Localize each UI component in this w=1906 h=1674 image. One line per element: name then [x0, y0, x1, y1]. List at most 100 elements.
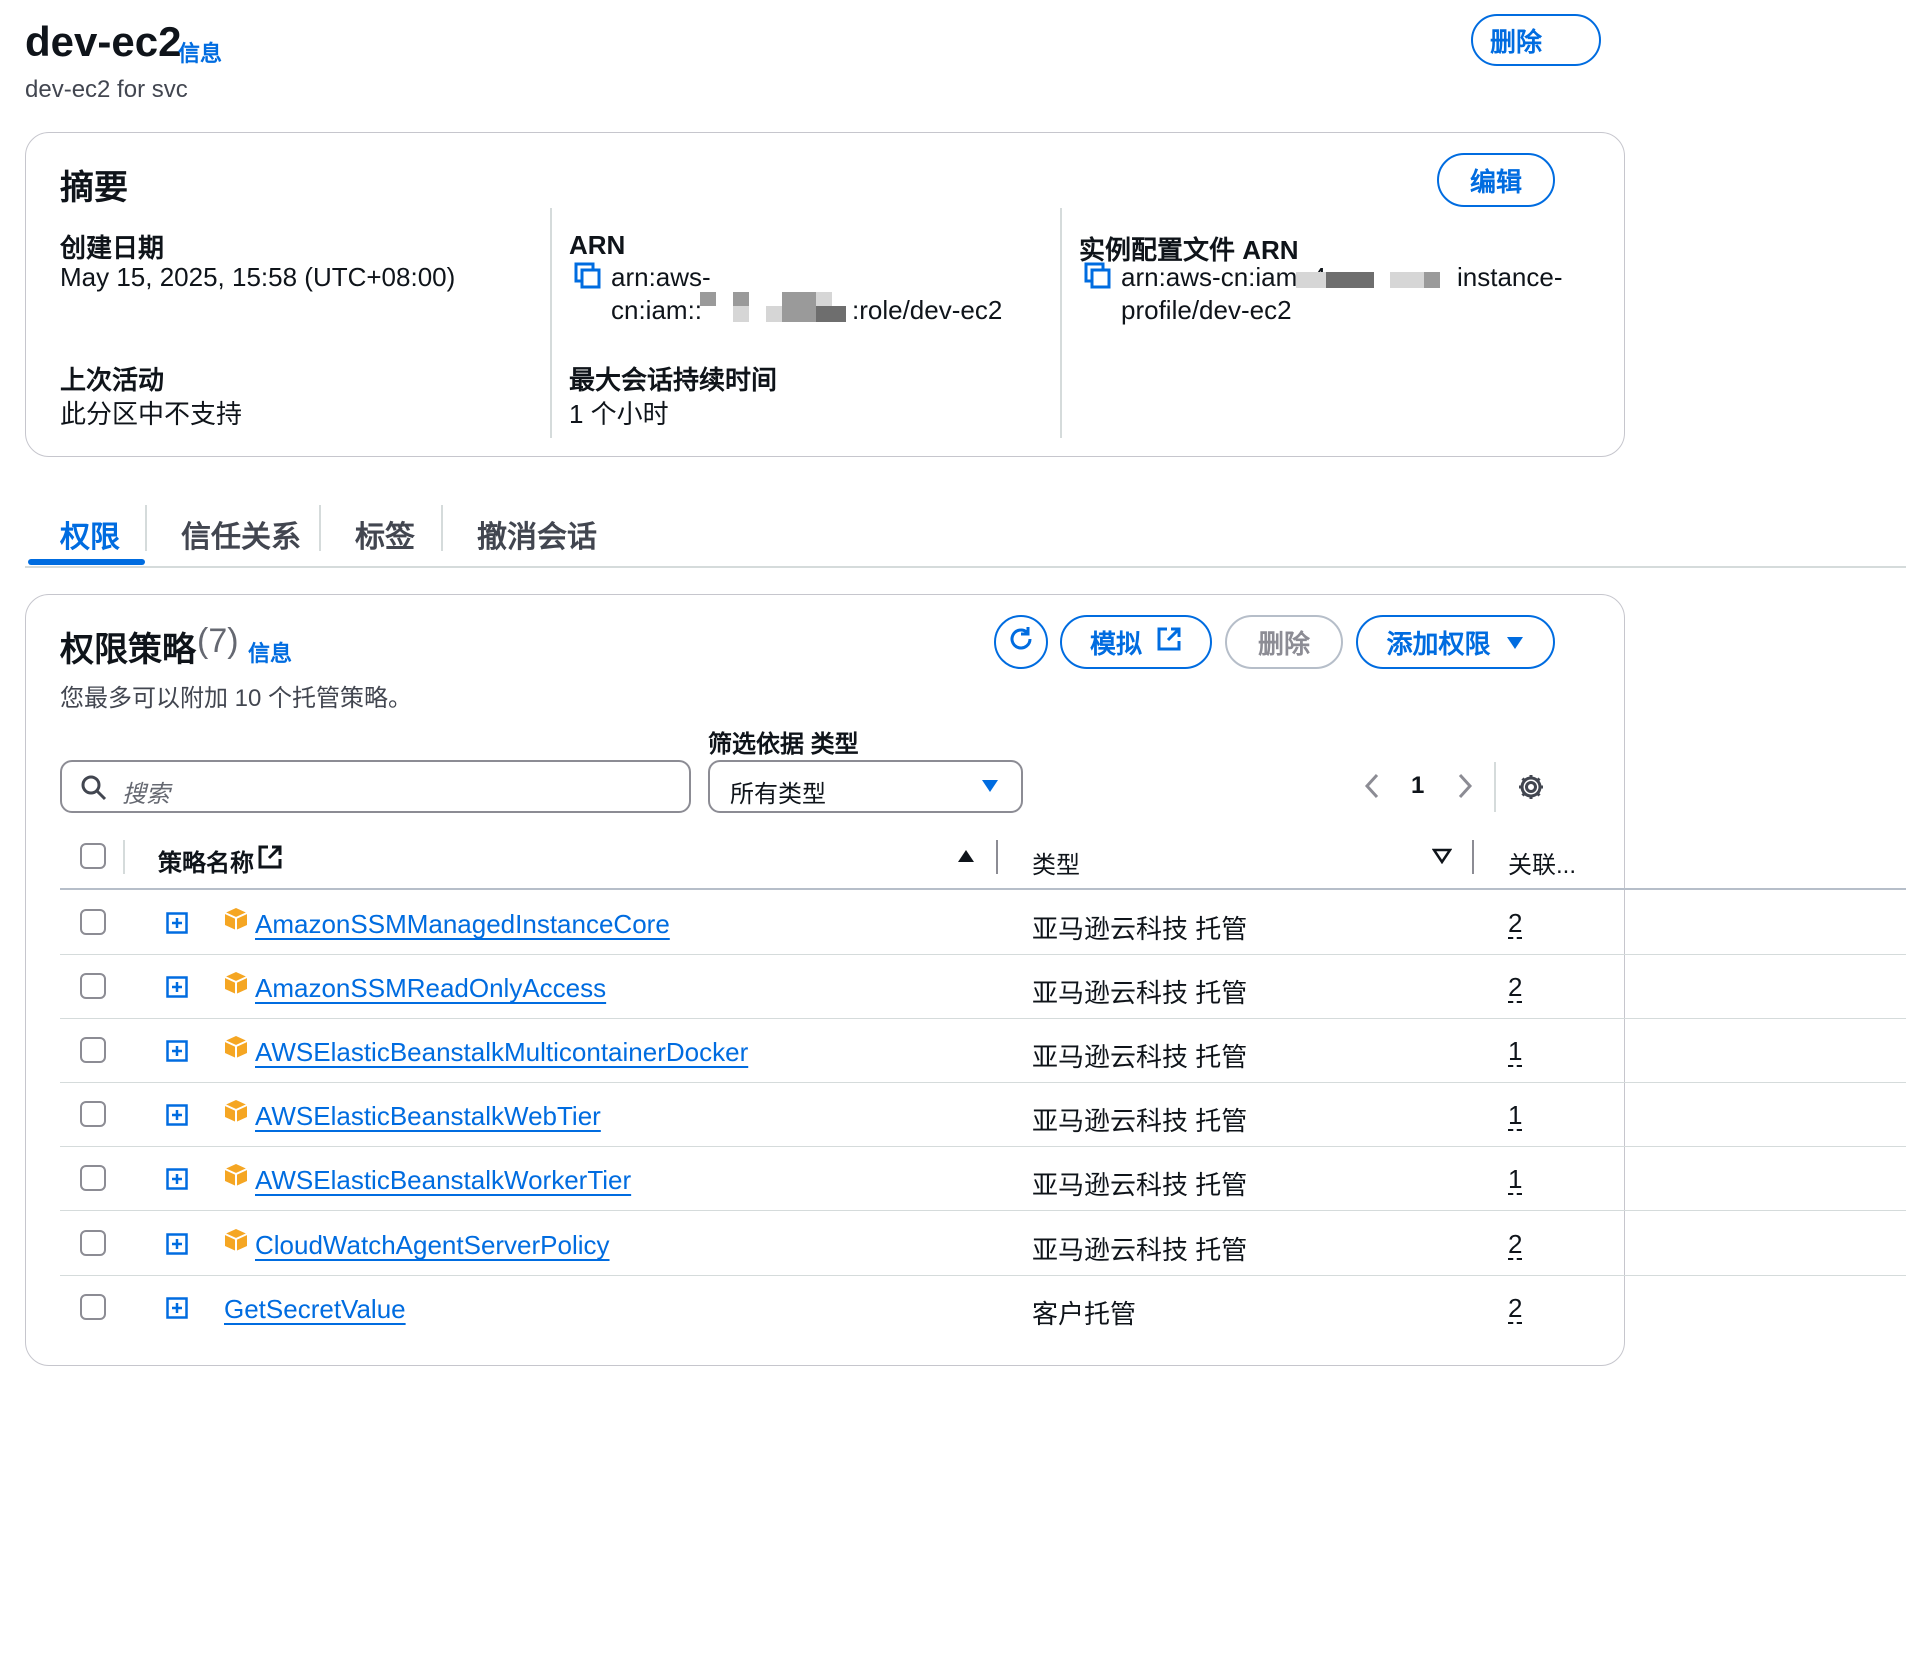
pagination-divider	[1494, 762, 1496, 812]
attached-count[interactable]: 2	[1508, 909, 1523, 939]
row-checkbox[interactable]	[80, 1101, 106, 1127]
simulate-button[interactable]: 模拟	[1060, 615, 1212, 669]
policy-type: 亚马逊云科技 托管	[1032, 1042, 1248, 1072]
page-number[interactable]: 1	[1411, 772, 1424, 800]
expand-icon[interactable]	[166, 1168, 188, 1190]
gear-icon[interactable]	[1516, 772, 1546, 807]
summary-title: 摘要	[60, 169, 128, 207]
row-checkbox[interactable]	[80, 1165, 106, 1191]
sort-descending-icon[interactable]	[1431, 848, 1453, 869]
row-divider	[60, 1275, 1906, 1276]
policy-link[interactable]: GetSecretValue	[224, 1294, 406, 1325]
table-header-line	[60, 888, 1906, 890]
sort-ascending-icon[interactable]	[956, 848, 976, 869]
redacted-account-id	[782, 292, 816, 322]
external-link-icon	[1156, 626, 1182, 659]
column-header-policy-name[interactable]: 策略名称	[158, 843, 254, 878]
row-checkbox[interactable]	[80, 973, 106, 999]
row-checkbox[interactable]	[80, 1037, 106, 1063]
redacted-account-id	[816, 292, 832, 306]
attached-count[interactable]: 1	[1508, 1101, 1523, 1131]
expand-icon[interactable]	[166, 912, 188, 934]
expand-icon[interactable]	[166, 976, 188, 998]
select-all-checkbox[interactable]	[80, 843, 106, 869]
row-divider	[60, 1146, 1906, 1147]
column-header-attached[interactable]: 关联...	[1508, 845, 1576, 880]
expand-icon[interactable]	[166, 1297, 188, 1319]
row-divider	[60, 1082, 1906, 1083]
row-checkbox[interactable]	[80, 1230, 106, 1256]
delete-role-label: 删除	[1489, 26, 1542, 57]
edit-button[interactable]: 编辑	[1437, 153, 1555, 207]
attached-count[interactable]: 2	[1508, 973, 1523, 1003]
tab-separator	[319, 505, 321, 551]
attached-count[interactable]: 1	[1508, 1165, 1523, 1195]
policy-type: 亚马逊云科技 托管	[1032, 1170, 1248, 1200]
attached-count[interactable]: 2	[1508, 1294, 1523, 1324]
filter-label: 筛选依据 类型	[708, 731, 859, 758]
redacted-account-id	[733, 292, 749, 306]
add-permissions-label: 添加权限	[1386, 628, 1491, 659]
tab-tags[interactable]: 标签	[355, 512, 415, 556]
arn-line2-prefix: cn:iam::	[611, 295, 703, 325]
copy-icon[interactable]	[574, 262, 602, 290]
redacted-account-id	[700, 292, 716, 306]
instance-profile-line2: profile/dev-ec2	[1121, 295, 1292, 325]
summary-divider-2	[1060, 208, 1062, 438]
policy-link[interactable]: AWSElasticBeanstalkMulticontainerDocker	[255, 1037, 748, 1068]
attached-count[interactable]: 1	[1508, 1037, 1523, 1067]
add-permissions-button[interactable]: 添加权限	[1356, 615, 1555, 669]
tabs-baseline	[25, 566, 1906, 568]
tab-separator	[145, 505, 147, 551]
external-link-icon[interactable]	[257, 844, 283, 875]
package-icon	[224, 972, 248, 994]
expand-icon[interactable]	[166, 1040, 188, 1062]
arn-line1: arn:aws-	[611, 262, 711, 292]
redacted-account-id	[816, 306, 846, 322]
policy-type: 亚马逊云科技 托管	[1032, 914, 1248, 944]
max-session-label: 最大会话持续时间	[569, 365, 778, 395]
row-checkbox[interactable]	[80, 909, 106, 935]
policy-link[interactable]: CloudWatchAgentServerPolicy	[255, 1230, 610, 1261]
refresh-icon	[1006, 624, 1036, 661]
tab-trust-relationships[interactable]: 信任关系	[181, 512, 301, 556]
type-filter-select[interactable]: 所有类型	[708, 760, 1023, 813]
column-header-type[interactable]: 类型	[1032, 845, 1080, 880]
page-title: dev-ec2	[25, 18, 182, 65]
tab-permissions[interactable]: 权限	[60, 512, 120, 556]
redacted-account-id	[1296, 272, 1326, 288]
created-date-label: 创建日期	[60, 233, 165, 263]
chevron-right-icon[interactable]	[1455, 772, 1475, 805]
row-checkbox[interactable]	[80, 1294, 106, 1320]
refresh-button[interactable]	[994, 615, 1048, 669]
permissions-title: 权限策略	[60, 631, 196, 669]
row-divider	[60, 1018, 1906, 1019]
arn-label: ARN	[569, 230, 626, 260]
delete-role-button[interactable]: 删除	[1471, 14, 1601, 66]
detach-policy-button[interactable]: 删除	[1225, 615, 1343, 669]
redacted-account-id	[1326, 272, 1374, 288]
permissions-count: (7)	[197, 622, 239, 660]
simulate-label: 模拟	[1089, 628, 1142, 659]
page-description: dev-ec2 for svc	[25, 76, 188, 103]
permissions-info-link[interactable]: 信息	[248, 636, 292, 668]
policy-link[interactable]: AmazonSSMManagedInstanceCore	[255, 909, 670, 940]
chevron-left-icon[interactable]	[1362, 772, 1382, 805]
tab-revoke-sessions[interactable]: 撤消会话	[477, 512, 597, 556]
row-divider	[60, 954, 1906, 955]
detach-policy-label: 删除	[1257, 628, 1310, 659]
attached-count[interactable]: 2	[1508, 1230, 1523, 1260]
page-info-link[interactable]: 信息	[178, 36, 222, 68]
expand-icon[interactable]	[166, 1104, 188, 1126]
expand-icon[interactable]	[166, 1233, 188, 1255]
search-field[interactable]: 搜索	[60, 760, 691, 813]
search-input[interactable]: 搜索	[122, 774, 170, 809]
package-icon	[224, 1036, 248, 1058]
policy-link[interactable]: AWSElasticBeanstalkWorkerTier	[255, 1165, 631, 1196]
policy-link[interactable]: AmazonSSMReadOnlyAccess	[255, 973, 606, 1004]
package-icon	[224, 1229, 248, 1251]
copy-icon[interactable]	[1084, 262, 1112, 290]
redacted-account-id	[733, 306, 749, 322]
redacted-account-id	[1390, 272, 1424, 288]
policy-link[interactable]: AWSElasticBeanstalkWebTier	[255, 1101, 601, 1132]
